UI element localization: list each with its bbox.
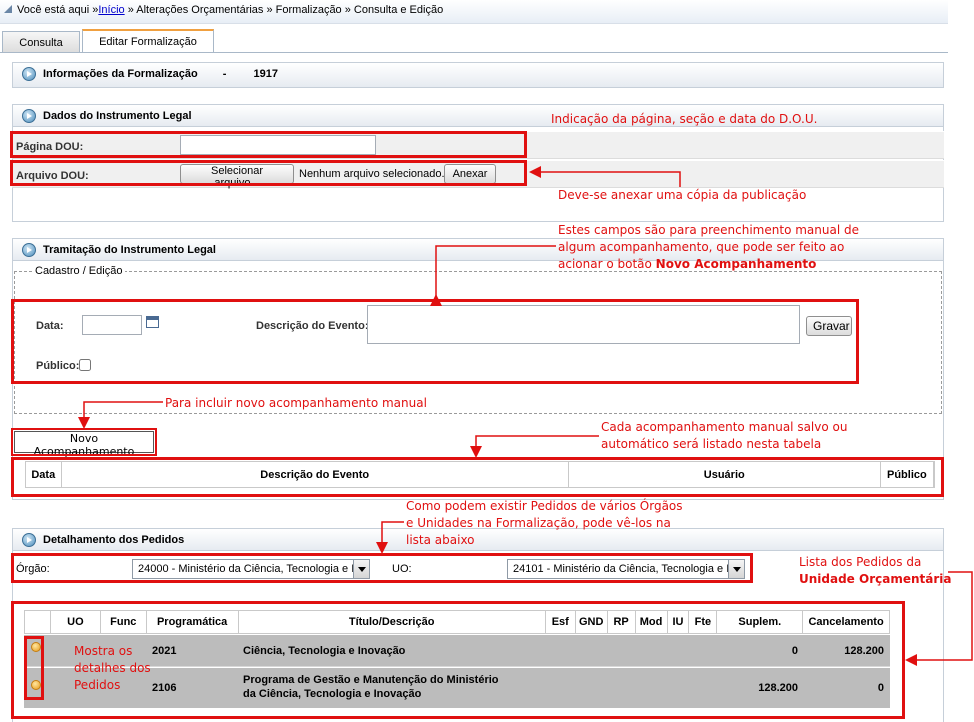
- annotation-arrows: [78, 166, 973, 666]
- arrow-tabela: [470, 435, 599, 458]
- arrow-novo: [78, 401, 163, 429]
- arrow-orgaos: [376, 521, 404, 554]
- arrow-arquivo: [529, 166, 681, 187]
- arrow-campos: [430, 245, 556, 306]
- arrow-lista: [905, 571, 973, 666]
